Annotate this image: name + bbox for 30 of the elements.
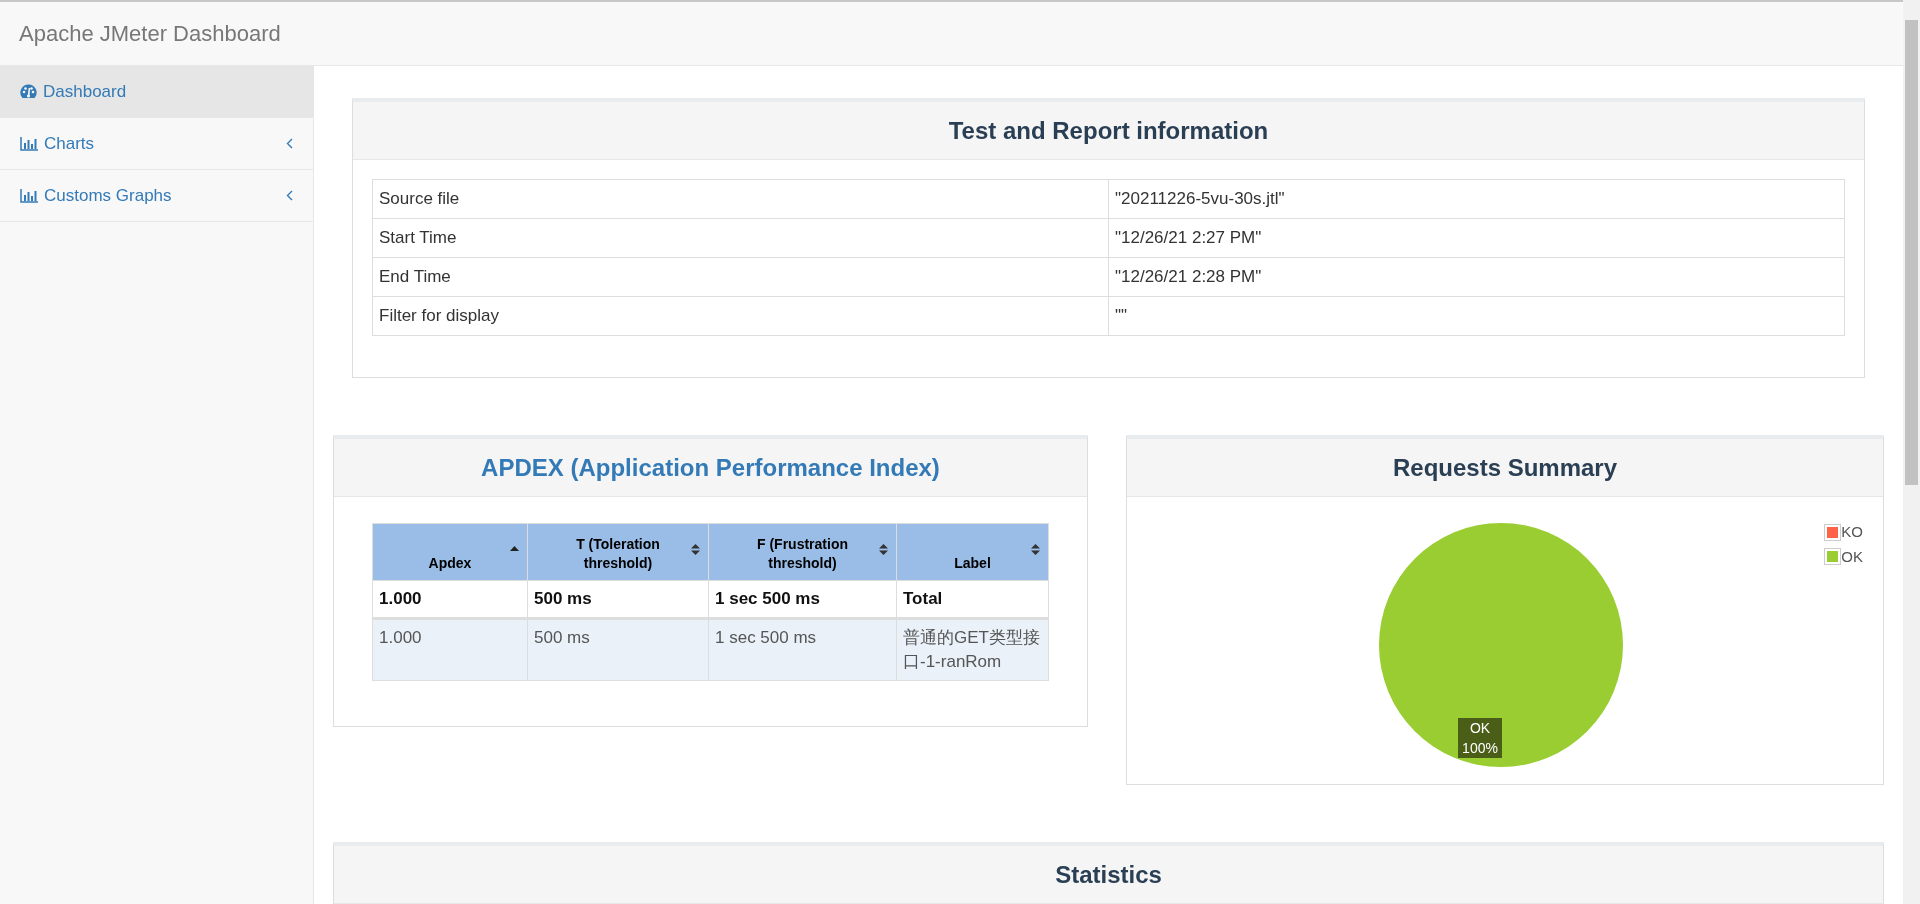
legend-label[interactable]: OK xyxy=(1841,545,1863,568)
sidebar-item[interactable]: Dashboard xyxy=(0,66,313,118)
table-cell: "20211226-5vu-30s.jtl" xyxy=(1108,179,1845,219)
table-cell: Source file xyxy=(372,179,1109,219)
panel-title: Test and Report information xyxy=(948,115,1269,146)
table-cell: "12/26/21 2:27 PM" xyxy=(1108,218,1845,258)
panel-title: Statistics xyxy=(1055,859,1162,890)
table-cell: "12/26/21 2:28 PM" xyxy=(1108,257,1845,297)
column-header[interactable]: Label xyxy=(896,523,1049,581)
table-cell: Filter for display xyxy=(372,296,1109,336)
table-cell: 1.000 xyxy=(372,580,528,619)
table-cell: Start Time xyxy=(372,218,1109,258)
column-header[interactable]: T (Toleration threshold) xyxy=(527,523,709,581)
table-cell: End Time xyxy=(372,257,1109,297)
bar-chart-icon xyxy=(20,188,38,203)
legend-label[interactable]: KO xyxy=(1841,521,1863,544)
table-cell: 普通的GET类型接口-1-ranRom xyxy=(896,618,1049,681)
column-header[interactable]: F (Frustration threshold) xyxy=(708,523,897,581)
table-cell: 500 ms xyxy=(527,618,709,681)
slice-label: OK xyxy=(1468,719,1492,738)
table-cell: "" xyxy=(1108,296,1845,336)
dashboard-icon xyxy=(20,84,37,99)
table-cell: 1 sec 500 ms xyxy=(708,618,897,681)
scrollbar[interactable] xyxy=(1903,0,1920,904)
slice-percentage: 100% xyxy=(1461,739,1499,758)
table-cell: 1.000 xyxy=(372,618,528,681)
bar-chart-icon xyxy=(20,136,38,151)
app-title[interactable]: Apache JMeter Dashboard xyxy=(19,17,281,50)
panel-title: Requests Summary xyxy=(1392,452,1618,483)
column-header[interactable]: Apdex xyxy=(372,523,528,581)
